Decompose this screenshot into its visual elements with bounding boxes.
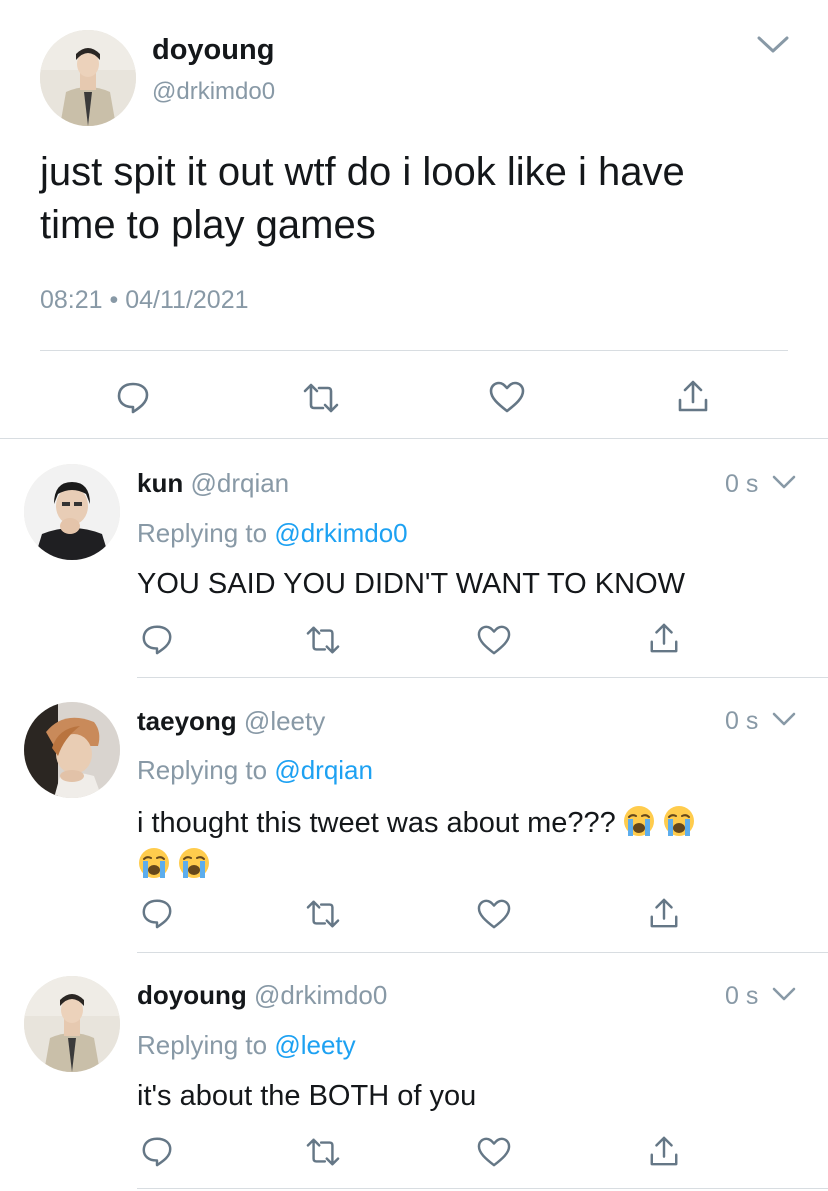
main-display-name[interactable]: doyoung xyxy=(152,34,274,67)
replying-to-label: Replying to xyxy=(137,755,268,785)
reply-chevron-down-icon[interactable] xyxy=(772,986,796,1002)
reply-time-ago: 0 s xyxy=(725,982,759,1010)
reply-reply-icon[interactable] xyxy=(140,896,174,930)
reply-time-ago: 0 s xyxy=(725,470,759,498)
reply-header: kun @drqian xyxy=(137,468,289,499)
main-retweet-icon[interactable] xyxy=(301,381,341,415)
reply-text-block: i thought this tweet was about me??? xyxy=(137,802,797,886)
reply-time-ago: 0 s xyxy=(725,707,759,735)
reply-text: YOU SAID YOU DIDN'T WANT TO KNOW xyxy=(137,568,686,600)
reply-text: it's about the BOTH of you xyxy=(137,1080,477,1112)
reply-avatar[interactable] xyxy=(24,702,120,798)
loudly-crying-face-icon xyxy=(137,846,171,880)
replying-to: Replying to @drkimdo0 xyxy=(137,518,408,549)
reply-heart-icon[interactable] xyxy=(476,898,512,930)
reply-retweet-icon[interactable] xyxy=(304,898,342,930)
main-divider xyxy=(40,350,788,351)
reply-retweet-icon[interactable] xyxy=(304,624,342,656)
reply-share-icon[interactable] xyxy=(648,896,680,930)
main-reply-icon[interactable] xyxy=(115,379,151,415)
reply-chevron-down-icon[interactable] xyxy=(772,711,796,727)
main-bottom-divider xyxy=(0,438,828,439)
reply-header: taeyong @leety xyxy=(137,706,325,737)
replying-to: Replying to @drqian xyxy=(137,755,373,786)
loudly-crying-face-icon xyxy=(177,846,211,880)
reply-handle[interactable]: @leety xyxy=(244,706,325,736)
main-timestamp-separator: • xyxy=(109,286,119,314)
reply-avatar[interactable] xyxy=(24,464,120,560)
main-tweet-text: just spit it out wtf do i look like i ha… xyxy=(40,150,685,247)
reply-display-name[interactable]: kun xyxy=(137,468,183,498)
replying-to-label: Replying to xyxy=(137,518,268,548)
replying-to-label: Replying to xyxy=(137,1030,268,1060)
replying-to: Replying to @leety xyxy=(137,1030,356,1061)
replying-to-handle[interactable]: @drkimdo0 xyxy=(274,518,407,548)
reply-heart-icon[interactable] xyxy=(476,1136,512,1168)
reply-retweet-icon[interactable] xyxy=(304,1136,342,1168)
replying-to-handle[interactable]: @drqian xyxy=(274,755,373,785)
reply-divider xyxy=(137,677,828,678)
replying-to-handle[interactable]: @leety xyxy=(274,1030,355,1060)
reply-text: i thought this tweet was about me??? xyxy=(137,807,616,839)
loudly-crying-face-icon xyxy=(662,804,696,838)
reply-share-icon[interactable] xyxy=(648,1134,680,1168)
reply-header: doyoung @drkimdo0 xyxy=(137,980,387,1011)
reply-divider xyxy=(137,1188,828,1189)
loudly-crying-face-icon xyxy=(622,804,656,838)
reply-avatar[interactable] xyxy=(24,976,120,1072)
main-chevron-down-icon[interactable] xyxy=(756,34,790,56)
reply-display-name[interactable]: taeyong xyxy=(137,706,237,736)
reply-chevron-down-icon[interactable] xyxy=(772,474,796,490)
main-timestamp[interactable]: 08:21 • 04/11/2021 xyxy=(40,286,249,315)
reply-handle[interactable]: @drkimdo0 xyxy=(254,980,387,1010)
reply-share-icon[interactable] xyxy=(648,621,680,655)
main-date: 04/11/2021 xyxy=(125,286,249,314)
main-time: 08:21 xyxy=(40,286,103,314)
main-avatar[interactable] xyxy=(40,30,136,126)
reply-handle[interactable]: @drqian xyxy=(190,468,289,498)
reply-reply-icon[interactable] xyxy=(140,1134,174,1168)
reply-display-name[interactable]: doyoung xyxy=(137,980,247,1010)
reply-heart-icon[interactable] xyxy=(476,624,512,656)
reply-reply-icon[interactable] xyxy=(140,622,174,656)
main-share-icon[interactable] xyxy=(676,378,710,414)
main-handle[interactable]: @drkimdo0 xyxy=(152,78,275,106)
main-heart-icon[interactable] xyxy=(488,380,526,414)
reply-divider xyxy=(137,952,828,953)
